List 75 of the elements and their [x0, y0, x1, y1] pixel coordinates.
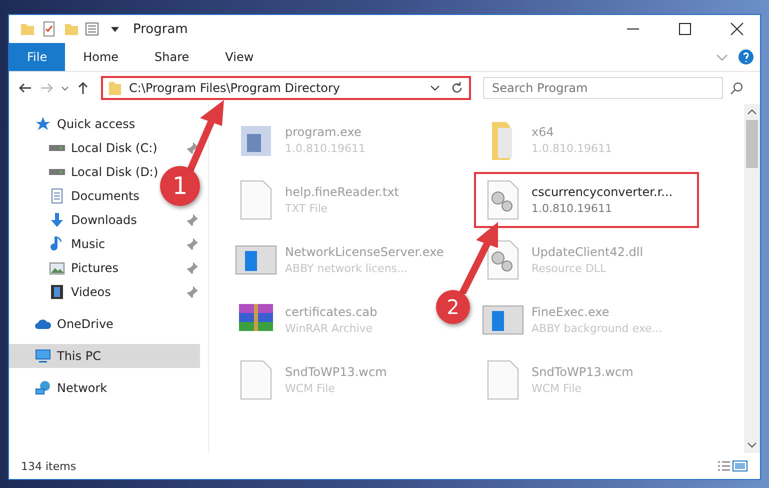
- sidebar-item[interactable]: Local Disk (C:): [9, 136, 162, 160]
- sidebar-label: Local Disk (C:): [71, 141, 158, 155]
- sidebar-label: Quick access: [57, 117, 136, 131]
- ribbon-tab[interactable]: File: [9, 43, 66, 71]
- network-icon: [35, 380, 51, 396]
- folder-icon: [19, 21, 35, 37]
- document-icon: [49, 188, 65, 204]
- file-name: program.exe: [285, 125, 362, 139]
- sidebar-label: This PC: [57, 349, 101, 363]
- sidebar-label: OneDrive: [57, 317, 114, 331]
- help-icon: [738, 49, 754, 65]
- scroll-thumb[interactable]: [746, 120, 758, 168]
- ribbon-tab[interactable]: Home: [65, 43, 137, 71]
- file-detail: ABBY background exe...: [532, 322, 662, 335]
- folder-icon: [107, 80, 123, 96]
- sidebar-item[interactable]: Pictures: [9, 256, 123, 280]
- sidebar-label: Videos: [71, 285, 111, 299]
- address-path: C:\Program Files\Program Directory: [129, 81, 342, 95]
- file-name: NetworkLicenseServer.exe: [285, 245, 444, 259]
- sidebar-item[interactable]: This PC: [9, 344, 200, 368]
- file-detail: WinRAR Archive: [285, 322, 374, 335]
- sidebar-label: Downloads: [71, 213, 137, 227]
- sidebar-label: Pictures: [71, 261, 119, 275]
- monitor-icon: [35, 348, 51, 364]
- window-title: Program: [133, 22, 189, 36]
- checklist-icon: [41, 21, 57, 37]
- minimize-icon: [627, 28, 639, 30]
- file-name: FineExec.exe: [532, 305, 610, 319]
- file-name: cscurrencyconverter.r...: [532, 185, 673, 199]
- file-detail: WCM File: [285, 382, 336, 395]
- file-detail: WCM File: [532, 382, 582, 395]
- star-icon: [35, 116, 51, 132]
- sidebar-label: Documents: [71, 189, 140, 203]
- scrollbar[interactable]: [744, 104, 760, 453]
- file-detail: 1.0.810.19611: [532, 202, 613, 215]
- file-detail: TXT File: [285, 202, 329, 215]
- file-name: x64: [532, 125, 555, 139]
- sidebar-item[interactable]: Quick access: [9, 112, 140, 136]
- sidebar-item[interactable]: Music: [9, 232, 110, 256]
- recent-caret-icon: [61, 86, 69, 90]
- tiles-view-icon: [732, 458, 748, 474]
- file-item[interactable]: cscurrencyconverter.r... 1.0.810.19611: [474, 172, 699, 228]
- file-name: SndToWP13.wcm: [532, 365, 634, 379]
- file-detail: Resource DLL: [532, 262, 608, 275]
- pictures-icon: [49, 260, 65, 276]
- sidebar-label: Local Disk (D:): [71, 165, 158, 179]
- file-detail: 1.0.810.19611: [285, 142, 366, 155]
- address-bar[interactable]: C:\Program Files\Program Directory: [101, 76, 471, 100]
- sidebar-item[interactable]: Downloads: [9, 208, 141, 232]
- film-icon: [49, 284, 65, 300]
- maximize-icon: [677, 21, 693, 37]
- ribbon-tab[interactable]: View: [207, 43, 272, 71]
- file-detail: 1.0.810.19611: [532, 142, 612, 155]
- close-icon: [729, 21, 745, 37]
- sidebar-item[interactable]: Videos: [9, 280, 115, 304]
- down-arrow-icon: [49, 212, 65, 228]
- drive-icon: [49, 145, 65, 151]
- search-field[interactable]: Search Program: [483, 77, 723, 99]
- file-name: UpdateClient42.dll: [532, 245, 644, 259]
- sidebar-item[interactable]: Local Disk (D:): [9, 160, 162, 184]
- sidebar-item[interactable]: Network: [9, 376, 112, 400]
- file-detail: ABBY network licens...: [285, 262, 409, 275]
- sidebar-item[interactable]: OneDrive: [9, 312, 118, 336]
- file-name: certificates.cab: [285, 305, 378, 319]
- sidebar-item[interactable]: Documents: [9, 184, 144, 208]
- properties-icon: [85, 21, 101, 37]
- ribbon-tab[interactable]: Share: [136, 43, 208, 71]
- file-name: SndToWP13.wcm: [285, 365, 387, 379]
- drive-icon: [49, 169, 65, 175]
- folder-icon: [63, 21, 79, 37]
- sidebar-label: Network: [57, 381, 108, 395]
- sidebar-label: Music: [71, 237, 106, 251]
- file-name: help.fineReader.txt: [285, 185, 399, 199]
- search-icon: [729, 80, 745, 96]
- item-count: 134 items: [21, 460, 78, 472]
